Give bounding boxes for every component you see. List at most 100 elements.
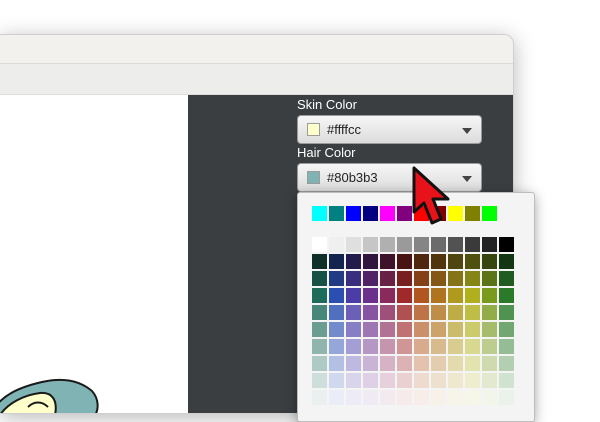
color-swatch[interactable] [312, 254, 327, 269]
color-swatch[interactable] [482, 390, 497, 405]
recent-color-swatch[interactable] [380, 206, 395, 221]
color-swatch[interactable] [448, 373, 463, 388]
color-swatch[interactable] [448, 271, 463, 286]
color-swatch[interactable] [482, 271, 497, 286]
color-swatch[interactable] [499, 356, 514, 371]
color-swatch[interactable] [448, 356, 463, 371]
color-swatch[interactable] [482, 356, 497, 371]
color-swatch[interactable] [397, 288, 412, 303]
gray-swatch[interactable] [363, 237, 378, 252]
color-swatch[interactable] [380, 288, 395, 303]
color-swatch[interactable] [431, 288, 446, 303]
color-swatch[interactable] [465, 288, 480, 303]
gray-swatch[interactable] [380, 237, 395, 252]
recent-color-swatch[interactable] [482, 206, 497, 221]
color-swatch[interactable] [414, 271, 429, 286]
color-swatch[interactable] [448, 390, 463, 405]
color-swatch[interactable] [363, 271, 378, 286]
color-swatch[interactable] [482, 339, 497, 354]
color-swatch[interactable] [312, 373, 327, 388]
color-swatch[interactable] [346, 356, 361, 371]
gray-swatch[interactable] [431, 237, 446, 252]
color-swatch[interactable] [397, 322, 412, 337]
color-swatch[interactable] [329, 390, 344, 405]
recent-color-swatch[interactable] [363, 206, 378, 221]
color-swatch[interactable] [346, 390, 361, 405]
color-swatch[interactable] [414, 339, 429, 354]
color-swatch[interactable] [431, 356, 446, 371]
color-swatch[interactable] [448, 322, 463, 337]
color-swatch[interactable] [431, 373, 446, 388]
color-swatch[interactable] [312, 288, 327, 303]
color-swatch[interactable] [431, 271, 446, 286]
color-swatch[interactable] [431, 390, 446, 405]
color-swatch[interactable] [380, 339, 395, 354]
color-swatch[interactable] [380, 356, 395, 371]
color-swatch[interactable] [414, 305, 429, 320]
color-swatch[interactable] [346, 373, 361, 388]
color-swatch[interactable] [482, 288, 497, 303]
color-swatch[interactable] [346, 305, 361, 320]
color-swatch[interactable] [312, 339, 327, 354]
color-swatch[interactable] [329, 356, 344, 371]
color-swatch[interactable] [363, 305, 378, 320]
color-swatch[interactable] [499, 288, 514, 303]
color-swatch[interactable] [465, 305, 480, 320]
color-swatch[interactable] [482, 254, 497, 269]
color-swatch[interactable] [380, 305, 395, 320]
color-swatch[interactable] [397, 339, 412, 354]
color-swatch[interactable] [465, 339, 480, 354]
color-swatch[interactable] [482, 322, 497, 337]
color-swatch[interactable] [448, 305, 463, 320]
color-swatch[interactable] [363, 339, 378, 354]
color-swatch[interactable] [448, 339, 463, 354]
color-swatch[interactable] [431, 254, 446, 269]
color-swatch[interactable] [346, 339, 361, 354]
character-canvas[interactable] [0, 95, 188, 413]
color-swatch[interactable] [329, 254, 344, 269]
gray-swatch[interactable] [329, 237, 344, 252]
color-swatch[interactable] [431, 339, 446, 354]
gray-swatch[interactable] [482, 237, 497, 252]
color-swatch[interactable] [329, 305, 344, 320]
color-swatch[interactable] [312, 390, 327, 405]
color-swatch[interactable] [380, 271, 395, 286]
color-swatch[interactable] [380, 373, 395, 388]
color-swatch[interactable] [448, 288, 463, 303]
color-swatch[interactable] [329, 339, 344, 354]
color-swatch[interactable] [414, 322, 429, 337]
color-swatch[interactable] [397, 356, 412, 371]
color-swatch[interactable] [312, 356, 327, 371]
skin-color-dropdown[interactable]: #ffffcc [297, 115, 482, 144]
color-swatch[interactable] [465, 390, 480, 405]
color-swatch[interactable] [482, 373, 497, 388]
gray-swatch[interactable] [346, 237, 361, 252]
color-swatch[interactable] [414, 356, 429, 371]
color-swatch[interactable] [363, 322, 378, 337]
color-swatch[interactable] [346, 271, 361, 286]
color-swatch[interactable] [414, 254, 429, 269]
gray-swatch[interactable] [312, 237, 327, 252]
gray-swatch[interactable] [499, 237, 514, 252]
recent-color-swatch[interactable] [465, 206, 480, 221]
color-swatch[interactable] [465, 271, 480, 286]
color-swatch[interactable] [329, 373, 344, 388]
color-swatch[interactable] [499, 305, 514, 320]
color-swatch[interactable] [465, 254, 480, 269]
gray-swatch[interactable] [465, 237, 480, 252]
color-swatch[interactable] [397, 305, 412, 320]
color-swatch[interactable] [499, 271, 514, 286]
color-swatch[interactable] [499, 339, 514, 354]
color-swatch[interactable] [363, 373, 378, 388]
color-swatch[interactable] [363, 390, 378, 405]
color-swatch[interactable] [329, 271, 344, 286]
color-swatch[interactable] [397, 390, 412, 405]
color-swatch[interactable] [363, 356, 378, 371]
gray-swatch[interactable] [414, 237, 429, 252]
color-swatch[interactable] [346, 288, 361, 303]
color-swatch[interactable] [465, 373, 480, 388]
color-swatch[interactable] [363, 288, 378, 303]
color-swatch[interactable] [448, 254, 463, 269]
color-swatch[interactable] [465, 322, 480, 337]
color-swatch[interactable] [312, 322, 327, 337]
